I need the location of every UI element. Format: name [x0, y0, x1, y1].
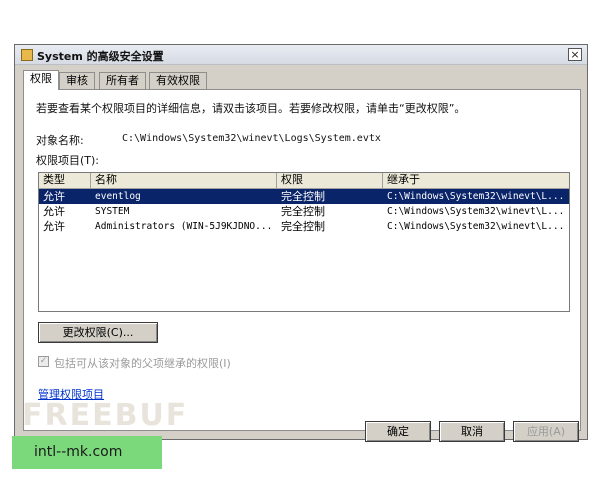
cell-inherited-from: C:\Windows\System32\winevt\L... [387, 221, 565, 232]
column-header-type[interactable]: 类型 [39, 173, 91, 188]
cell-name: Administrators (WIN-5J9KJDNO... [95, 221, 273, 232]
table-row[interactable]: 允许 Administrators (WIN-5J9KJDNO... 完全控制 … [39, 219, 569, 234]
inherit-permissions-checkbox[interactable]: ✓ [38, 356, 49, 367]
column-header-inherited-from[interactable]: 继承于 [383, 173, 569, 188]
close-button[interactable]: × [568, 48, 582, 61]
cell-name: eventlog [95, 191, 141, 202]
table-row[interactable]: 允许 eventlog 完全控制 C:\Windows\System32\win… [39, 189, 569, 204]
source-badge: intl--mk.com [12, 436, 162, 469]
cell-permission: 完全控制 [281, 205, 325, 218]
ok-button[interactable]: 确定 [365, 421, 431, 442]
cancel-button[interactable]: 取消 [439, 421, 505, 442]
list-header: 类型 名称 权限 继承于 [39, 173, 569, 189]
permission-entries-list[interactable]: 类型 名称 权限 继承于 允许 eventlog 完全控制 C:\Windows… [38, 172, 570, 312]
column-header-permission[interactable]: 权限 [277, 173, 383, 188]
change-permissions-button[interactable]: 更改权限(C)... [38, 322, 158, 343]
entries-label: 权限项目(T): [36, 154, 100, 167]
cell-type: 允许 [43, 190, 65, 203]
advanced-security-settings-dialog: System 的高级安全设置 × 权限 审核 所有者 有效权限 若要查看某个权限… [14, 44, 588, 442]
cell-type: 允许 [43, 220, 65, 233]
tab-auditing[interactable]: 审核 [59, 72, 95, 89]
tab-permissions[interactable]: 权限 [23, 70, 59, 90]
object-name-value: C:\Windows\System32\winevt\Logs\System.e… [122, 133, 381, 144]
table-row[interactable]: 允许 SYSTEM 完全控制 C:\Windows\System32\winev… [39, 204, 569, 219]
cell-name: SYSTEM [95, 206, 130, 217]
cell-permission: 完全控制 [281, 220, 325, 233]
cell-inherited-from: C:\Windows\System32\winevt\L... [387, 206, 565, 217]
object-name-label: 对象名称: [36, 134, 84, 147]
watermark: FREEBUF [22, 398, 189, 433]
cell-type: 允许 [43, 205, 65, 218]
cell-inherited-from: C:\Windows\System32\winevt\L... [387, 191, 565, 202]
title-bar: System 的高级安全设置 × [15, 45, 587, 65]
column-header-name[interactable]: 名称 [91, 173, 277, 188]
tab-effective-permissions[interactable]: 有效权限 [149, 72, 207, 89]
inherit-permissions-label: 包括可从该对象的父项继承的权限(I) [54, 357, 231, 370]
cell-permission: 完全控制 [281, 190, 325, 203]
background-window [0, 0, 600, 40]
instructions-text: 若要查看某个权限项目的详细信息，请双击该项目。若要修改权限，请单击“更改权限”。 [36, 102, 466, 115]
permissions-panel: 若要查看某个权限项目的详细信息，请双击该项目。若要修改权限，请单击“更改权限”。… [23, 89, 581, 431]
folder-icon [21, 49, 33, 61]
window-title: System 的高级安全设置 [37, 50, 164, 63]
tab-owner[interactable]: 所有者 [99, 72, 146, 89]
apply-button[interactable]: 应用(A) [513, 421, 579, 442]
